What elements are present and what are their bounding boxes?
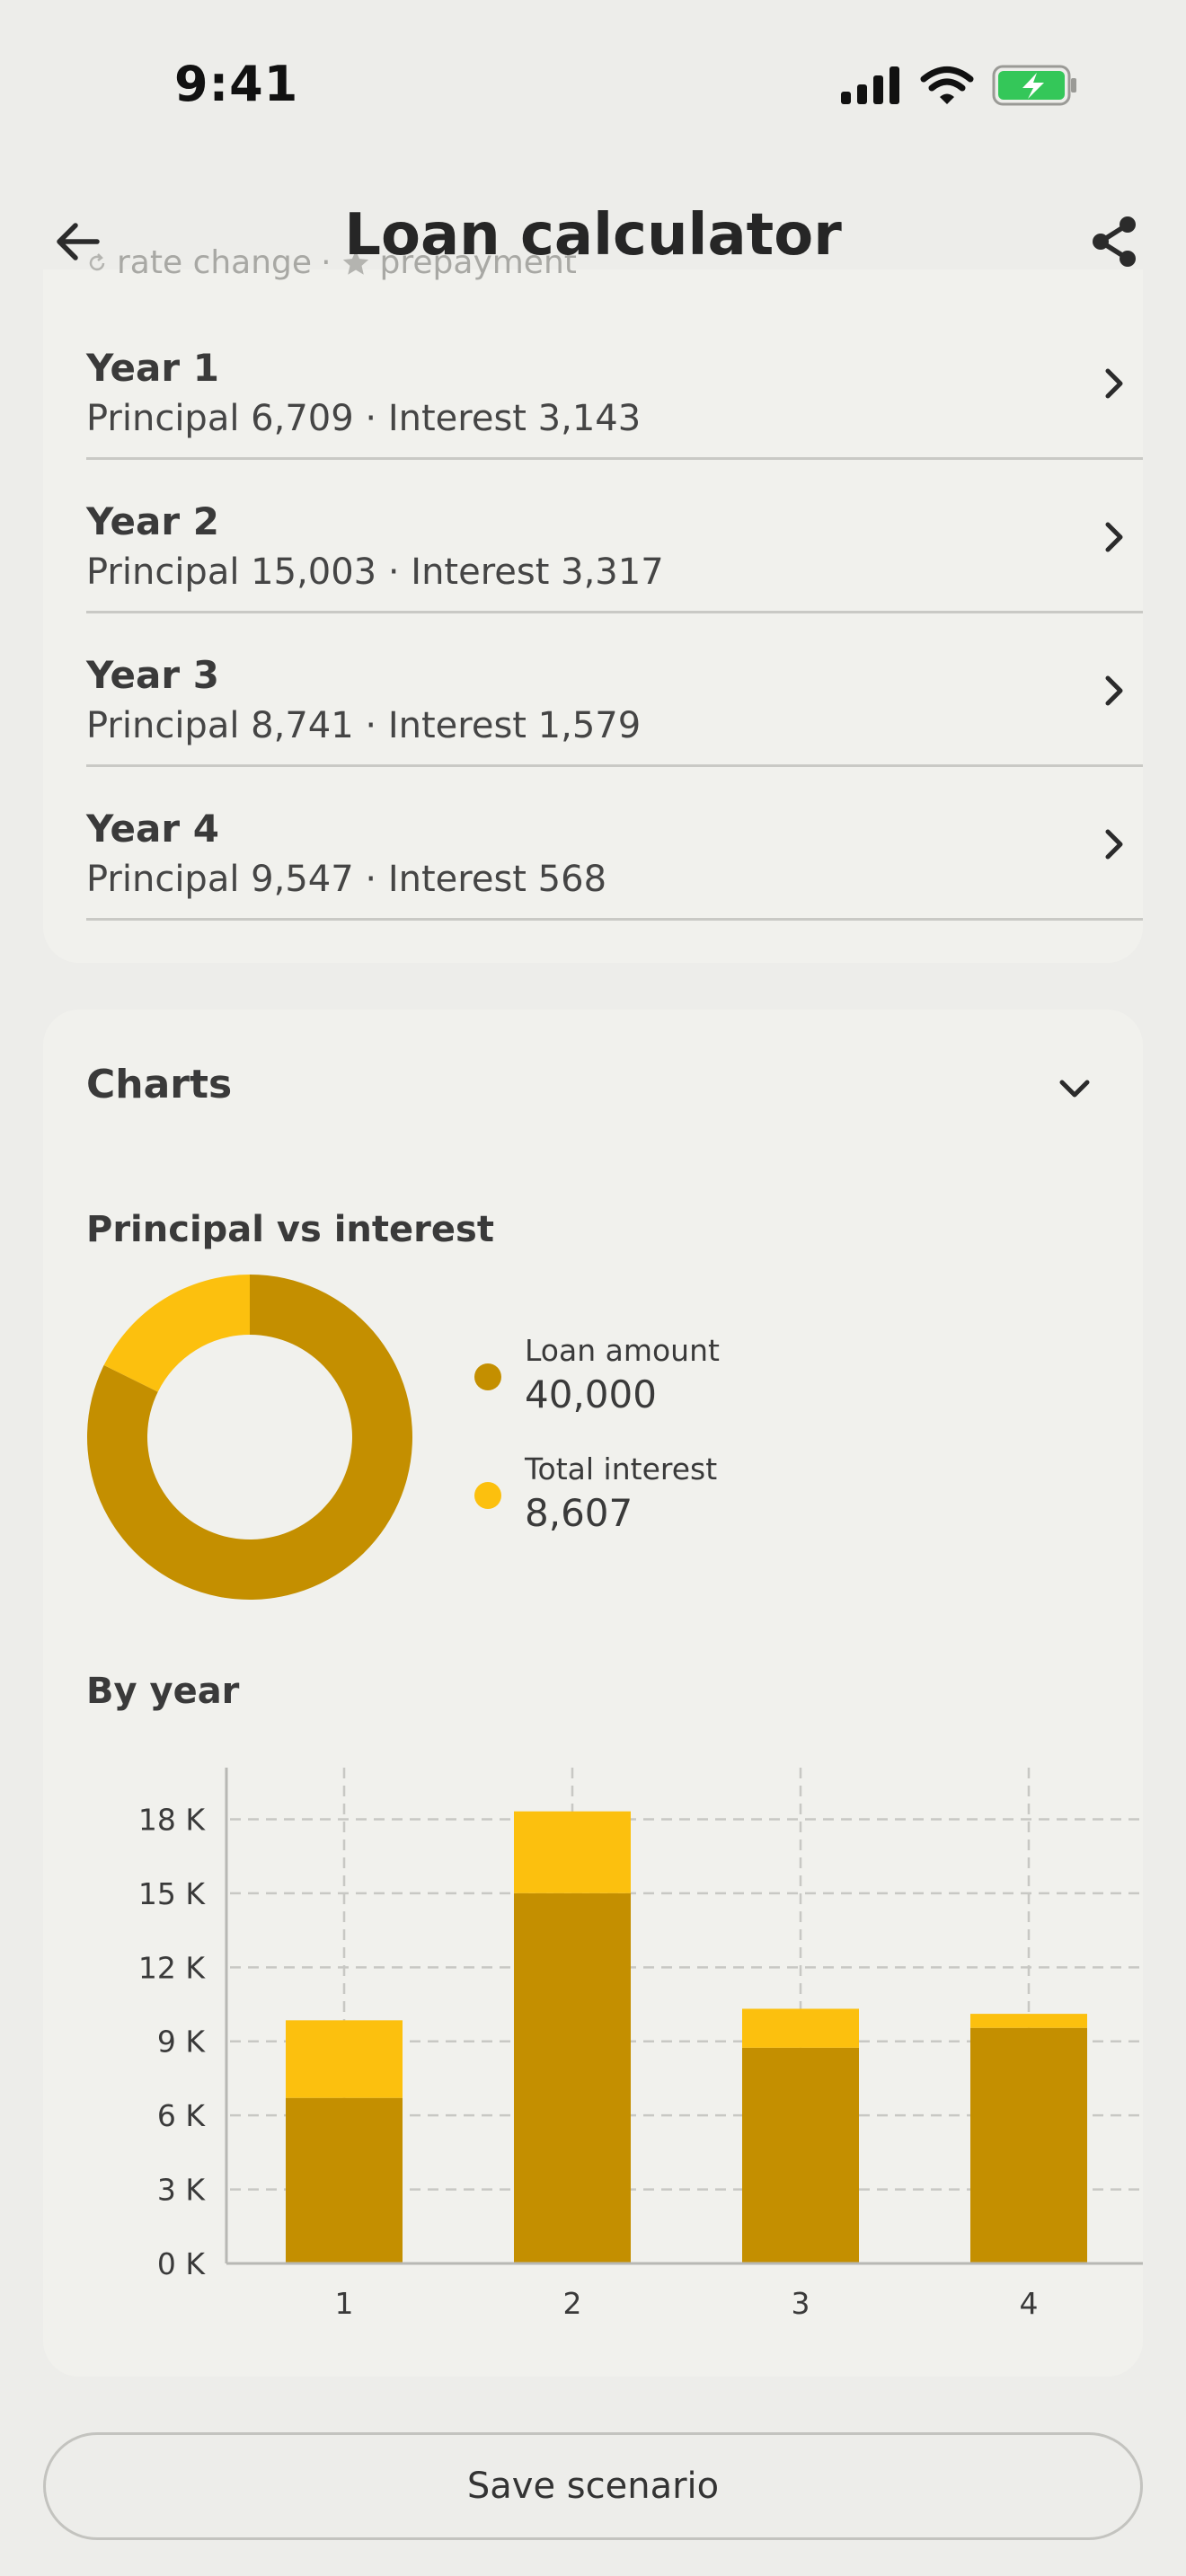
- x-tick-label: 3: [792, 2286, 810, 2321]
- chevron-right-icon: [1105, 675, 1123, 706]
- status-time: 9:41: [174, 56, 299, 112]
- bar-principal: [286, 2097, 403, 2263]
- bar-chart: 0 K 3 K 6 K 9 K 12 K 15 K 18 K 1 2 3 4: [86, 1759, 1143, 2333]
- app-header: Loan calculator: [0, 193, 1186, 292]
- x-tick-label: 2: [563, 2286, 582, 2321]
- bar-principal: [742, 2047, 859, 2263]
- legend-label: Total interest: [525, 1451, 718, 1486]
- legend-label: Loan amount: [525, 1333, 720, 1368]
- y-tick-label: 18 K: [138, 1802, 206, 1837]
- bar-principal: [970, 2027, 1087, 2263]
- cellular-signal-icon: [841, 66, 899, 104]
- y-tick-label: 3 K: [157, 2173, 206, 2208]
- x-tick-label: 4: [1020, 2286, 1039, 2321]
- chevron-right-icon: [1105, 368, 1123, 399]
- year-detail: Principal 15,003 · Interest 3,317: [86, 551, 664, 593]
- y-tick-label: 6 K: [157, 2098, 206, 2133]
- year-row[interactable]: Year 4 Principal 9,547 · Interest 568: [86, 767, 1143, 921]
- y-tick-label: 12 K: [138, 1950, 206, 1985]
- chevron-right-icon: [1105, 829, 1123, 860]
- donut-heading: Principal vs interest: [86, 1209, 494, 1250]
- y-tick-label: 0 K: [157, 2246, 206, 2281]
- charts-toggle[interactable]: [1049, 1063, 1100, 1114]
- charts-header[interactable]: Charts: [43, 1010, 1143, 1162]
- bar-principal: [514, 1892, 631, 2263]
- status-bar: 9:41: [0, 0, 1186, 171]
- year-row[interactable]: Year 2 Principal 15,003 · Interest 3,317: [86, 460, 1143, 613]
- year-title: Year 4: [86, 807, 219, 851]
- y-tick-label: 9 K: [157, 2025, 206, 2060]
- save-scenario-button[interactable]: Save scenario: [43, 2432, 1143, 2540]
- battery-charging-icon: [992, 65, 1076, 106]
- year-row[interactable]: Year 3 Principal 8,741 · Interest 1,579: [86, 613, 1143, 767]
- year-row[interactable]: Year 1 Principal 6,709 · Interest 3,143: [86, 306, 1143, 460]
- legend-item-loan-amount: Loan amount 40,000: [474, 1333, 924, 1451]
- bar-interest: [742, 2008, 859, 2048]
- chevron-down-icon: [1059, 1080, 1090, 1098]
- y-tick-label: 15 K: [138, 1876, 206, 1911]
- page-title: Loan calculator: [344, 202, 842, 269]
- legend-value: 8,607: [525, 1491, 633, 1535]
- share-icon: [1093, 216, 1136, 267]
- bar-interest: [286, 2020, 403, 2098]
- year-title: Year 2: [86, 499, 219, 543]
- donut-slice: [103, 1275, 250, 1392]
- legend-item-total-interest: Total interest 8,607: [474, 1451, 924, 1570]
- year-title: Year 3: [86, 653, 219, 697]
- wifi-icon: [920, 66, 974, 104]
- donut-legend: Loan amount 40,000 Total interest 8,607: [474, 1333, 924, 1570]
- donut-chart: [86, 1274, 413, 1601]
- year-detail: Principal 6,709 · Interest 3,143: [86, 398, 642, 439]
- chevron-right-icon: [1105, 522, 1123, 552]
- legend-value: 40,000: [525, 1372, 657, 1416]
- legend-dot: [474, 1363, 501, 1390]
- year-detail: Principal 9,547 · Interest 568: [86, 859, 607, 900]
- charts-card: Charts Principal vs interest Loan amount…: [43, 1010, 1143, 2377]
- schedule-card: Year 1 Principal 6,709 · Interest 3,143 …: [43, 269, 1143, 963]
- year-detail: Principal 8,741 · Interest 1,579: [86, 705, 642, 746]
- bar-heading: By year: [86, 1671, 240, 1712]
- bar-interest: [514, 1811, 631, 1893]
- year-title: Year 1: [86, 346, 219, 390]
- charts-title: Charts: [86, 1062, 233, 1107]
- share-button[interactable]: [1078, 209, 1150, 274]
- bar-interest: [970, 2014, 1087, 2028]
- legend-dot: [474, 1482, 501, 1509]
- status-icons: [841, 65, 1078, 106]
- x-tick-label: 1: [335, 2286, 354, 2321]
